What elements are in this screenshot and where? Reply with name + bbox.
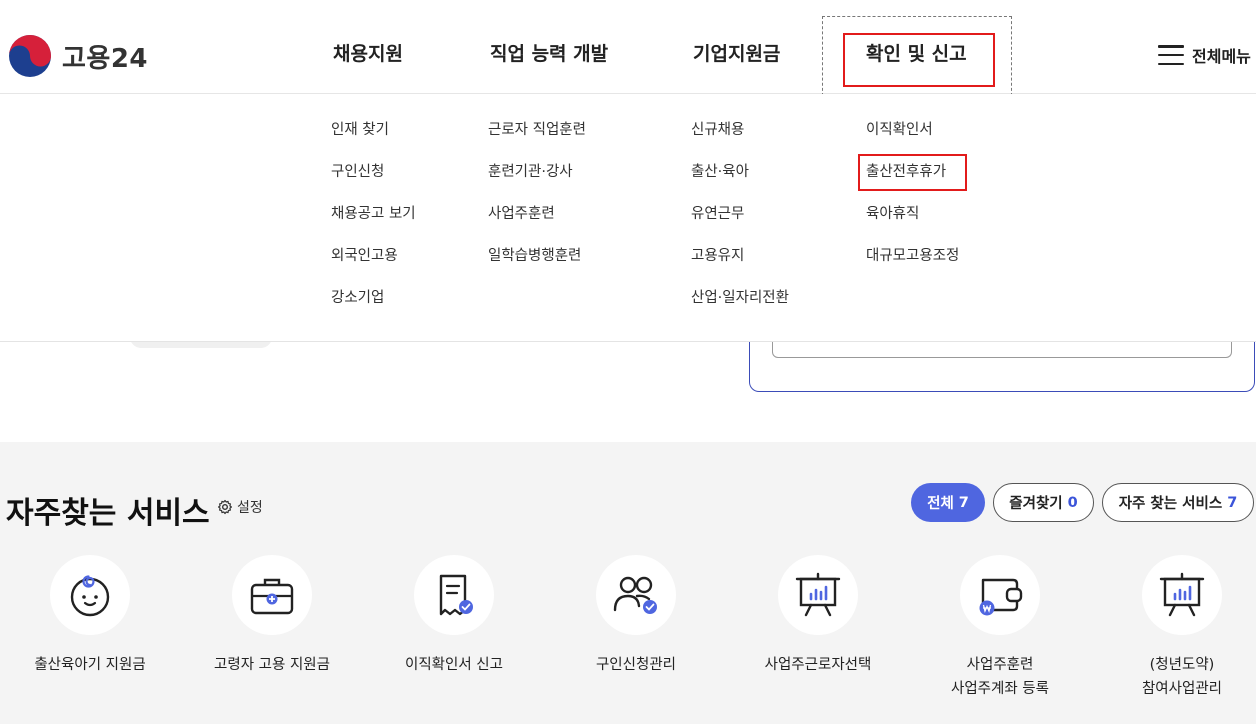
services-settings-button[interactable]: 설정 [217, 497, 263, 517]
document-check-icon [439, 574, 473, 616]
service-item[interactable]: 고령자 고용 지원금 [182, 555, 362, 677]
service-label-line1: 이직확인서 신고 [405, 657, 503, 673]
submenu-col-subsidy: 신규채용 출산·육아 유연근무 고용유지 산업·일자리전환 [691, 118, 789, 328]
presentation-board-icon [795, 572, 841, 617]
filter-label: 전체 [927, 496, 954, 512]
users-check-icon [613, 576, 657, 614]
submenu-item[interactable]: 일학습병행훈련 [488, 244, 586, 286]
submenu-col-recruit: 인재 찾기 구인신청 채용공고 보기 외국인고용 강소기업 [331, 118, 416, 328]
submenu-item[interactable]: 육아휴직 [866, 202, 959, 244]
service-icon-circle [778, 555, 858, 635]
service-label-line1: 사업주훈련 [966, 657, 1034, 673]
service-item[interactable]: (청년도약) 참여사업관리 [1092, 555, 1256, 701]
submenu-item[interactable]: 구인신청 [331, 160, 416, 202]
submenu-item[interactable]: 출산·육아 [691, 160, 789, 202]
gear-icon [218, 499, 232, 515]
service-icon-circle [232, 555, 312, 635]
service-item[interactable]: 사업주훈련 사업주계좌 등록 [910, 555, 1090, 701]
filter-label: 즐겨찾기 [1009, 496, 1063, 512]
submenu-item[interactable]: 사업주훈련 [488, 202, 586, 244]
gnb-item-recruit[interactable]: 채용지원 [333, 36, 403, 72]
site-header: 고용24 채용지원 직업 능력 개발 기업지원금 확인 및 신고 전체메뉴 [0, 0, 1256, 94]
service-label-line1: 사업주근로자선택 [764, 657, 872, 673]
filter-count: 7 [958, 494, 969, 511]
wallet-won-icon [979, 578, 1023, 616]
service-label: 이직확인서 신고 [405, 653, 503, 677]
gnb-item-training[interactable]: 직업 능력 개발 [490, 36, 608, 72]
service-icon-circle [960, 555, 1040, 635]
service-icon-circle [596, 555, 676, 635]
service-label-line1: 고령자 고용 지원금 [214, 657, 330, 673]
service-label: 고령자 고용 지원금 [214, 653, 330, 677]
service-label-line1: 구인신청관리 [595, 657, 677, 673]
submenu-item[interactable]: 근로자 직업훈련 [488, 118, 586, 160]
service-icon-circle [50, 555, 130, 635]
mega-menu: 인재 찾기 구인신청 채용공고 보기 외국인고용 강소기업 근로자 직업훈련 훈… [0, 94, 1256, 342]
submenu-col-report: 이직확인서 출산전후휴가 육아휴직 대규모고용조정 [866, 118, 959, 286]
services-title: 자주찾는 서비스 [6, 496, 210, 531]
submenu-item[interactable]: 신규채용 [691, 118, 789, 160]
submenu-col-training: 근로자 직업훈련 훈련기관·강사 사업주훈련 일학습병행훈련 [488, 118, 586, 286]
highlight-box-submenu [858, 154, 967, 191]
filter-count: 0 [1067, 494, 1078, 511]
submenu-item[interactable]: 인재 찾기 [331, 118, 416, 160]
page: 고용24 채용지원 직업 능력 개발 기업지원금 확인 및 신고 전체메뉴 인재… [0, 0, 1256, 724]
service-label: (청년도약) 참여사업관리 [1142, 653, 1222, 701]
hamburger-icon [1158, 45, 1184, 65]
filter-all-button[interactable]: 전체 7 [911, 483, 985, 522]
service-label: 구인신청관리 [596, 653, 676, 677]
filter-favorites-button[interactable]: 즐겨찾기 0 [993, 483, 1094, 522]
service-label-line1: (청년도약) [1149, 657, 1215, 673]
submenu-item[interactable]: 고용유지 [691, 244, 789, 286]
settings-label: 설정 [237, 500, 263, 516]
taegeuk-emblem-icon [9, 35, 51, 77]
service-item[interactable]: 사업주근로자선택 [728, 555, 908, 677]
filter-count: 7 [1227, 494, 1238, 511]
presentation-board-icon [1159, 572, 1205, 617]
all-menu-label: 전체메뉴 [1192, 47, 1251, 66]
baby-icon [70, 575, 110, 617]
filter-label: 자주 찾는 서비스 [1118, 496, 1223, 512]
service-icon-circle [1142, 555, 1222, 635]
submenu-item[interactable]: 채용공고 보기 [331, 202, 416, 244]
brand-name: 고용24 [62, 43, 149, 74]
all-menu-button[interactable]: 전체메뉴 [1158, 43, 1251, 67]
service-label-line2: 참여사업관리 [1141, 681, 1223, 697]
service-label-line2: 사업주계좌 등록 [951, 681, 1049, 697]
briefcase-plus-icon [250, 578, 294, 615]
filter-frequent-button[interactable]: 자주 찾는 서비스 7 [1102, 483, 1254, 522]
service-label: 사업주훈련 사업주계좌 등록 [951, 653, 1049, 701]
submenu-item[interactable]: 외국인고용 [331, 244, 416, 286]
submenu-item[interactable]: 대규모고용조정 [866, 244, 959, 286]
service-item[interactable]: 출산육아기 지원금 [0, 555, 180, 677]
service-item[interactable]: 이직확인서 신고 [364, 555, 544, 677]
service-label: 출산육아기 지원금 [34, 653, 145, 677]
service-label: 사업주근로자선택 [765, 653, 872, 677]
gnb-item-subsidy[interactable]: 기업지원금 [693, 36, 780, 72]
submenu-item[interactable]: 강소기업 [331, 286, 416, 328]
highlight-box-nav [843, 33, 995, 87]
service-label-line1: 출산육아기 지원금 [34, 657, 146, 673]
service-item[interactable]: 구인신청관리 [546, 555, 726, 677]
service-icon-circle [414, 555, 494, 635]
site-logo[interactable]: 고용24 [8, 34, 148, 78]
submenu-item[interactable]: 훈련기관·강사 [488, 160, 586, 202]
submenu-item[interactable]: 유연근무 [691, 202, 789, 244]
submenu-item[interactable]: 산업·일자리전환 [691, 286, 789, 328]
